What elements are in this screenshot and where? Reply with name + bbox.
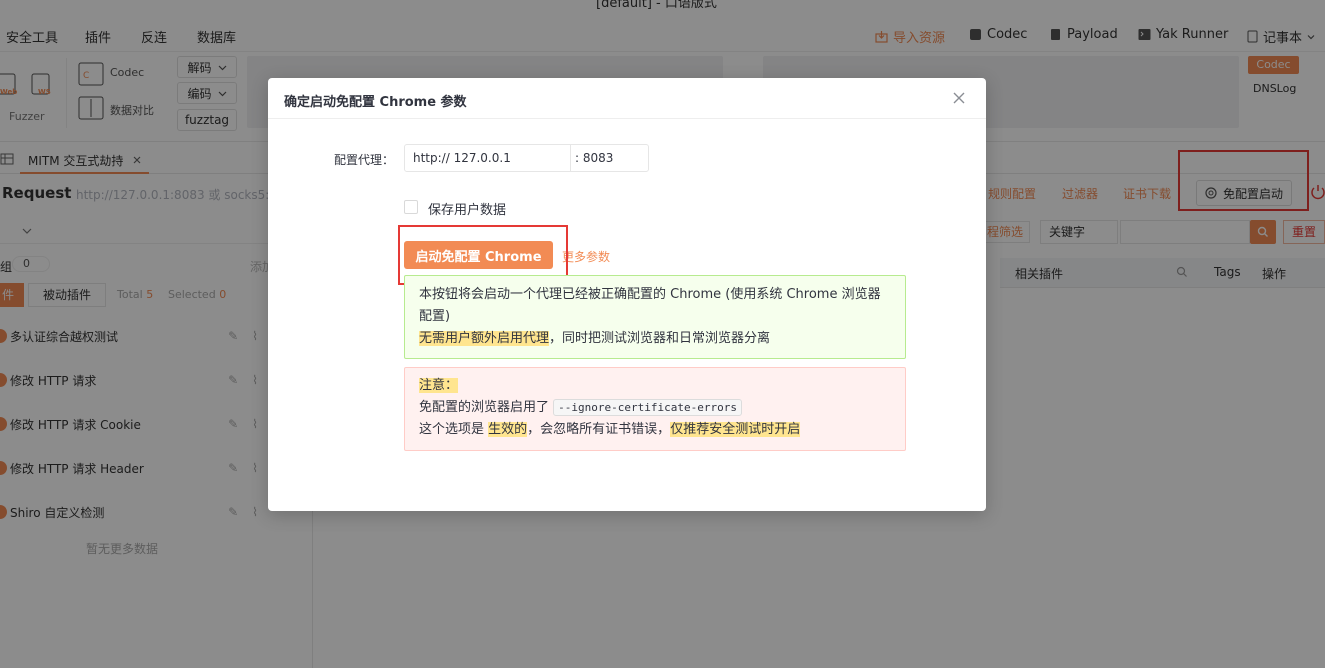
save-user-data-checkbox[interactable] — [404, 200, 418, 214]
warning-line-2: 这个选项是 生效的，会忽略所有证书错误，仅推荐安全测试时开启 — [419, 422, 801, 437]
proxy-host-input[interactable]: http:// 127.0.0.1 — [405, 145, 571, 171]
dialog-header: 确定启动免配置 Chrome 参数 — [268, 78, 986, 119]
chrome-config-dialog: 确定启动免配置 Chrome 参数 配置代理： http:// 127.0.0.… — [268, 78, 986, 511]
warning-line-1: 免配置的浏览器启用了 --ignore-certificate-errors — [419, 397, 891, 419]
proxy-field: http:// 127.0.0.1 : 8083 — [404, 144, 649, 172]
save-user-data-label[interactable]: 保存用户数据 — [428, 199, 506, 218]
proxy-port-input[interactable]: : 8083 — [571, 145, 648, 171]
flag-code: --ignore-certificate-errors — [553, 399, 742, 416]
close-icon[interactable] — [952, 91, 966, 105]
info-line-2: 无需用户额外启用代理，同时把测试浏览器和日常浏览器分离 — [419, 331, 771, 346]
warning-alert: 注意： 免配置的浏览器启用了 --ignore-certificate-erro… — [404, 367, 906, 451]
proxy-label: 配置代理： — [334, 153, 395, 167]
info-alert: 本按钮将会启动一个代理已经被正确配置的 Chrome (使用系统 Chrome … — [404, 275, 906, 359]
dialog-title: 确定启动免配置 Chrome 参数 — [284, 95, 467, 110]
info-line-1: 本按钮将会启动一个代理已经被正确配置的 Chrome (使用系统 Chrome … — [419, 287, 881, 324]
more-params-link[interactable]: 更多参数 — [562, 248, 610, 265]
warning-title: 注意： — [419, 378, 459, 393]
